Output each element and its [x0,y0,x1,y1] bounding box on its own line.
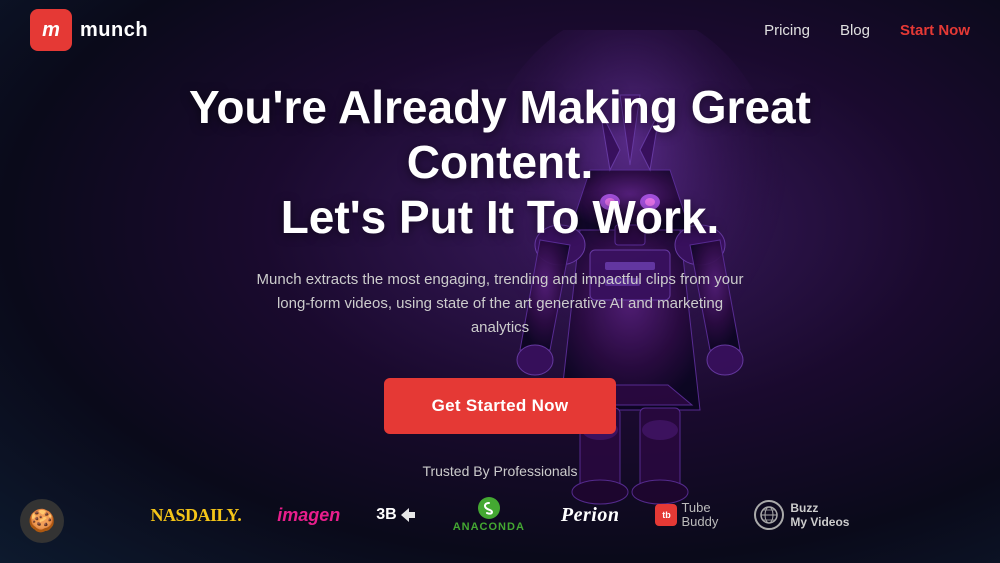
trusted-label: Trusted By Professionals [422,463,577,479]
header: m munch Pricing Blog Start Now [0,0,1000,60]
anaconda-snake-icon [482,501,496,515]
buzzmyvideos-logo: Buzz My Videos [754,500,849,530]
get-started-button[interactable]: Get Started Now [384,378,617,434]
3bs-logo: 3B [376,506,416,524]
hero-subtitle: Munch extracts the most engaging, trendi… [250,268,750,340]
navigation: Pricing Blog Start Now [764,22,970,39]
start-now-link[interactable]: Start Now [900,22,970,39]
logos-row: NASDAILY. imagen 3B ANACONDA Perion [131,497,870,533]
perion-logo: Perion [561,504,620,527]
anaconda-logo: ANACONDA [453,497,525,533]
cookie-consent-icon[interactable]: 🍪 [20,499,64,543]
trusted-section: Trusted By Professionals NASDAILY. image… [0,463,1000,533]
logo-text: munch [80,19,148,42]
buzzmyvideos-globe-icon [759,505,779,525]
nasdaily-logo: NASDAILY. [151,505,242,526]
tubebuddy-logo: tb Tube Buddy [655,501,718,530]
blog-link[interactable]: Blog [840,22,870,39]
3bs-arrow-icon [399,506,417,524]
hero-section: You're Already Making Great Content. Let… [0,80,1000,434]
logo[interactable]: m munch [30,9,148,51]
pricing-link[interactable]: Pricing [764,22,810,39]
imagen-logo: imagen [277,505,340,526]
logo-icon: m [30,9,72,51]
hero-title: You're Already Making Great Content. Let… [160,80,840,246]
